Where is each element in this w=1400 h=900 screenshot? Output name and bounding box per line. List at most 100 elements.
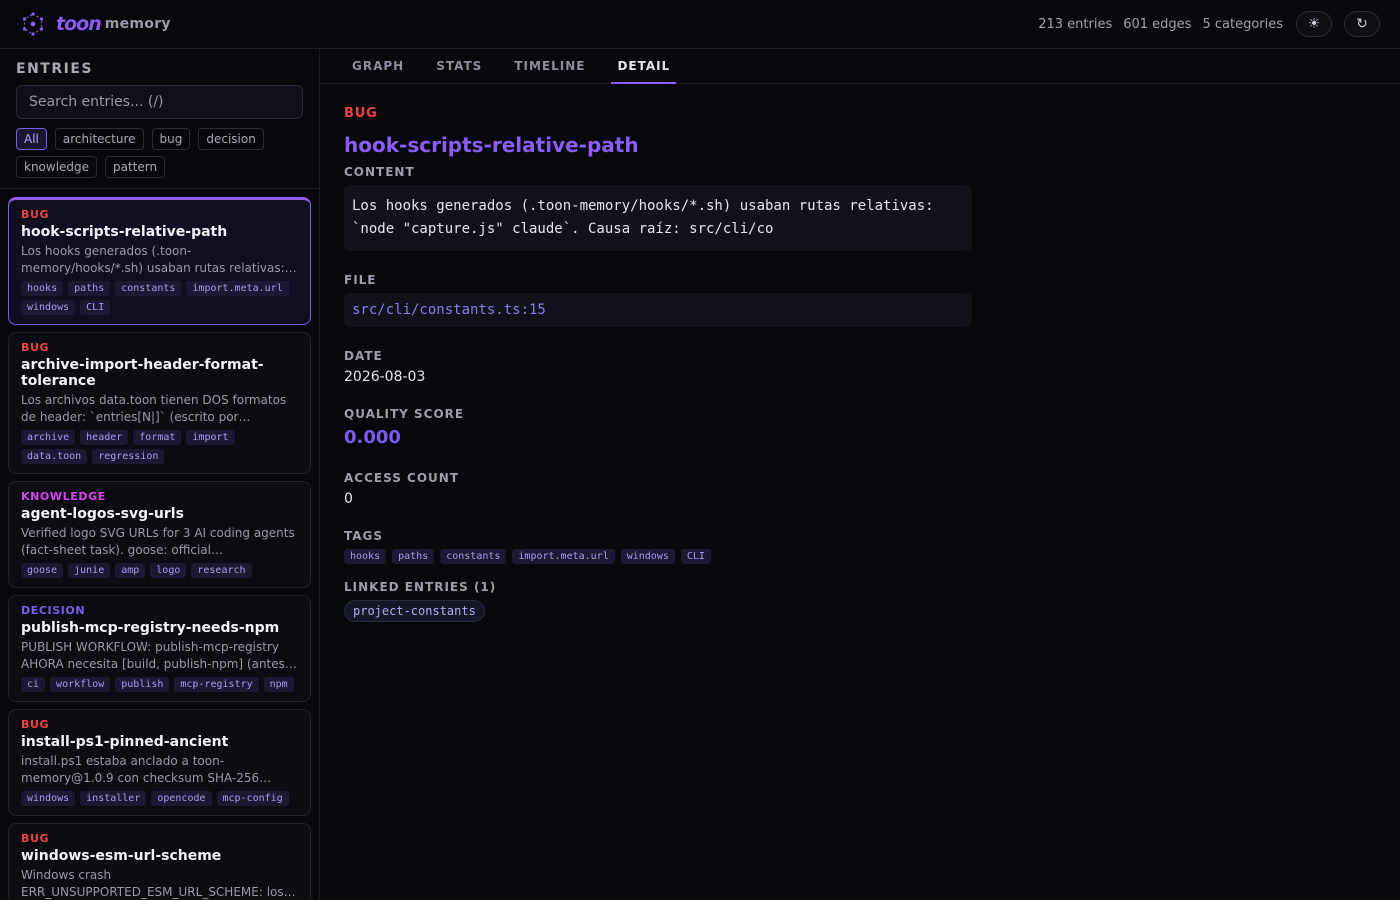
entry-description: install.ps1 estaba anclado a toon-memory… [21,754,272,785]
quality-score: 0.000 [344,427,401,448]
entry-tag: goose [21,563,64,578]
entry-description: PUBLISH WORKFLOW: publish-mcp-registry A… [21,640,297,671]
filter-knowledge[interactable]: knowledge [16,156,98,178]
entry-card[interactable]: BUG archive-import-header-format-toleran… [8,332,311,474]
detail-tag: import.meta.url [512,549,615,564]
entry-tags: ci workflow publish mcp-registry npm [21,677,298,692]
brand-sub: memory [104,16,171,32]
filter-bug[interactable]: bug [151,128,191,150]
entry-tag: junie [68,563,111,578]
entry-card[interactable]: BUG hook-scripts-relative-path Los hooks… [8,197,311,325]
access-count-label: ACCESS COUNT [344,471,460,485]
date-label: DATE [344,349,383,363]
entry-tag: mcp-registry [174,677,259,692]
main-panel: GRAPH STATS TIMELINE DETAIL BUG hook-scr… [320,49,1400,900]
detail-tag: paths [392,549,435,564]
refresh-button[interactable]: ↻ [1344,11,1380,37]
entry-tag: archive [21,430,76,445]
header-stats: 213 entries 601 edges 5 categories ☀ ↻ [1038,11,1380,37]
detail-category: BUG [344,106,378,121]
detail-tag: hooks [344,549,387,564]
entry-tags: hooks paths constants import.meta.url wi… [21,281,298,315]
detail-content: Los hooks generados (.toon-memory/hooks/… [344,185,972,251]
linked-entries: project-constants [344,600,972,622]
entry-title: archive-import-header-format-tolerance [21,357,264,389]
filter-pattern[interactable]: pattern [105,156,166,178]
entry-tag: mcp-config [216,791,289,806]
entry-category: BUG [21,208,50,221]
file-label: FILE [344,273,377,287]
entry-card[interactable]: DECISION publish-mcp-registry-needs-npm … [8,595,311,702]
network-logo-icon [22,12,44,36]
detail-tags: hooks paths constants import.meta.url wi… [344,549,972,564]
entry-list: BUG hook-scripts-relative-path Los hooks… [0,189,319,900]
entry-title: hook-scripts-relative-path [21,224,228,240]
entry-tag: installer [80,791,147,806]
sidebar-title: ENTRIES [16,61,93,77]
sidebar: ENTRIES All architecture bug decision kn… [0,49,320,900]
tab-timeline[interactable]: TIMELINE [508,49,591,83]
entry-description: Los hooks generados (.toon-memory/hooks/… [21,244,297,275]
entry-tag: ci [21,677,46,692]
entry-tag: paths [68,281,111,296]
refresh-icon: ↻ [1356,16,1368,32]
entry-description: Los archivos data.toon tienen DOS format… [21,393,287,424]
entry-category: BUG [21,718,50,731]
detail-title: hook-scripts-relative-path [344,133,639,157]
entry-tags: goose junie amp logo research [21,563,298,578]
detail-tag: windows [620,549,675,564]
entry-tag: constants [115,281,182,296]
tab-stats[interactable]: STATS [430,49,488,83]
entry-tag: header [80,430,129,445]
entry-tag: amp [115,563,146,578]
view-tabs: GRAPH STATS TIMELINE DETAIL [320,49,1400,84]
theme-toggle-button[interactable]: ☀ [1296,11,1332,37]
entry-title: publish-mcp-registry-needs-npm [21,620,280,636]
entry-title: agent-logos-svg-urls [21,506,184,522]
edges-count: 601 edges [1123,16,1192,32]
quality-score-label: QUALITY SCORE [344,407,465,421]
entry-category: KNOWLEDGE [21,490,106,503]
linked-entry-chip[interactable]: project-constants [344,600,485,622]
body: ENTRIES All architecture bug decision kn… [0,49,1400,900]
tab-graph[interactable]: GRAPH [346,49,410,83]
tags-label: TAGS [344,529,384,543]
entry-tag: data.toon [21,449,88,464]
entry-card[interactable]: BUG windows-esm-url-scheme Windows crash… [8,823,311,900]
entry-detail: BUG hook-scripts-relative-path CONTENT L… [320,84,996,644]
entry-title: install-ps1-pinned-ancient [21,734,229,750]
entry-tag: research [191,563,252,578]
access-count: 0 [344,491,353,507]
search-input[interactable] [16,85,303,119]
tab-detail[interactable]: DETAIL [611,49,677,84]
entry-tag: npm [263,677,294,692]
entry-tags: windows installer opencode mcp-config [21,791,298,806]
entry-tag: publish [115,677,170,692]
filter-decision[interactable]: decision [198,128,264,150]
brand[interactable]: toon memory [20,11,171,37]
entry-tag: hooks [21,281,64,296]
filter-all[interactable]: All [16,128,47,150]
entry-category: BUG [21,832,50,845]
entry-card[interactable]: BUG install-ps1-pinned-ancient install.p… [8,709,311,816]
categories-count: 5 categories [1202,16,1283,32]
entry-description: Verified logo SVG URLs for 3 AI coding a… [21,526,295,557]
app-root: toon memory 213 entries 601 edges 5 cate… [0,0,1400,900]
entry-description: Windows crash ERR_UNSUPPORTED_ESM_URL_SC… [21,868,296,899]
brand-name: toon [56,13,102,35]
entry-tag: windows [21,300,76,315]
entry-tags: archive header format import data.toon r… [21,430,298,464]
entry-tag: import [186,430,235,445]
entry-tag: opencode [151,791,212,806]
entry-tag: windows [21,791,76,806]
filter-architecture[interactable]: architecture [54,128,144,150]
category-filters: All architecture bug decision knowledge … [16,128,303,178]
entry-card[interactable]: KNOWLEDGE agent-logos-svg-urls Verified … [8,481,311,588]
top-bar: toon memory 213 entries 601 edges 5 cate… [0,0,1400,49]
detail-file-link[interactable]: src/cli/constants.ts:15 [344,293,972,327]
sun-icon: ☀ [1307,16,1321,32]
entry-tag: logo [150,563,187,578]
entry-title: windows-esm-url-scheme [21,848,222,864]
detail-tag: constants [440,549,507,564]
entry-tag: workflow [50,677,111,692]
